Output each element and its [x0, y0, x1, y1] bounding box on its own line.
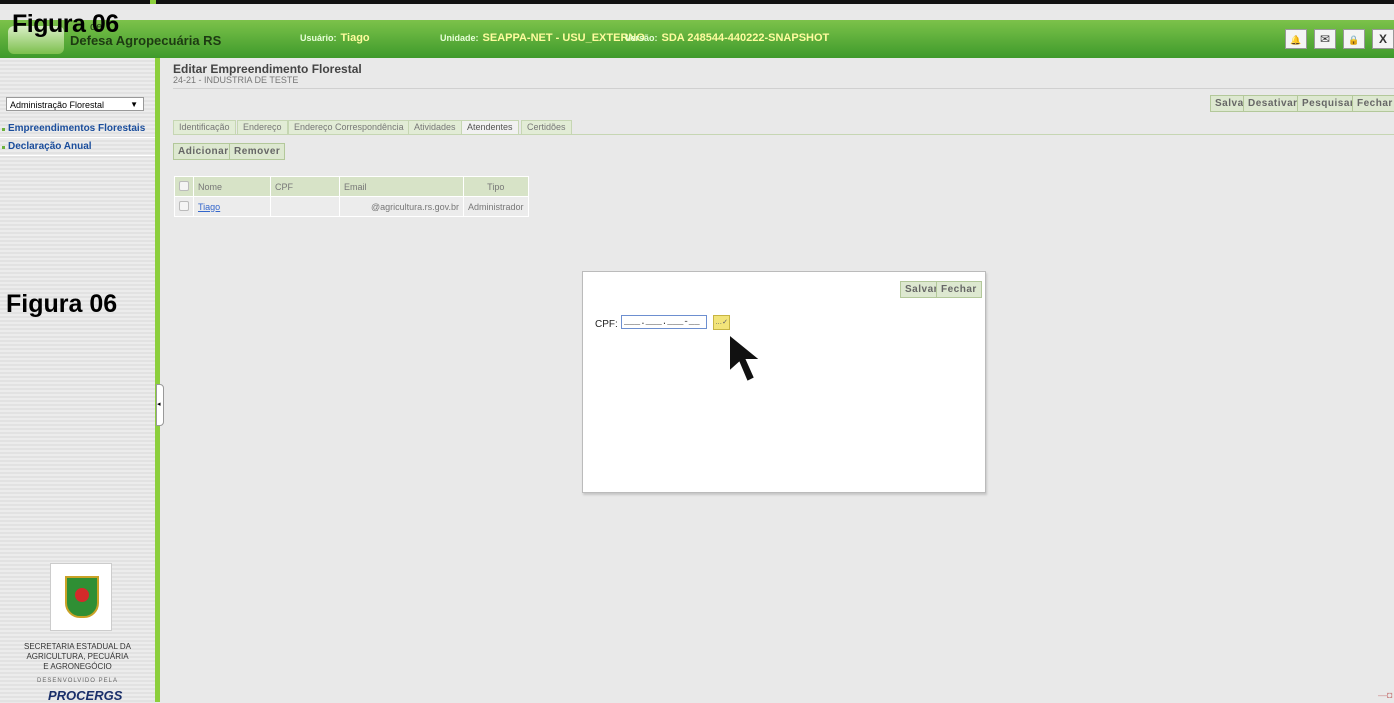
dialog-close-button[interactable]: Fechar — [936, 281, 982, 298]
version-label: Versão: — [625, 33, 658, 43]
tab-atividades[interactable]: Atividades — [408, 120, 462, 135]
developed-by: DESENVOLVIDO PELA — [37, 678, 118, 684]
tab-endereco-correspondencia[interactable]: Endereço Correspondência — [288, 120, 410, 135]
secretaria-line2: AGRICULTURA, PECUÁRIA — [26, 652, 129, 661]
cpf-label: CPF: — [595, 319, 618, 330]
tab-atendentes[interactable]: Atendentes — [461, 120, 519, 135]
add-attendant-button[interactable]: Adicionar — [173, 143, 234, 160]
tab-endereco[interactable]: Endereço — [237, 120, 288, 135]
close-icon: X — [1378, 32, 1387, 46]
row-checkbox[interactable] — [179, 200, 189, 211]
secretaria-line3: E AGRONEGÓCIO — [43, 662, 112, 671]
unit-info: Unidade: SEAPPA-NET - USU_EXTERNO — [440, 32, 645, 44]
app-header: de Defesa Agropecuária RS Usuário: Tiago … — [0, 20, 1394, 58]
close-button[interactable]: Fechar — [1352, 95, 1394, 112]
table-header-row: Nome CPF Email Tipo — [174, 176, 529, 197]
page-title: Editar Empreendimento Florestal — [173, 62, 362, 76]
cell-nome: Tiago — [193, 196, 271, 217]
table-row: Tiago @agricultura.rs.gov.br Administrad… — [174, 196, 529, 217]
top-border-accent — [150, 0, 156, 4]
rs-coat-of-arms — [50, 563, 112, 631]
secretaria-line1: SECRETARIA ESTADUAL DA — [24, 642, 131, 651]
sidebar: Administração Florestal ▼ Empreendimento… — [0, 58, 157, 703]
version-value: SDA 248544-440222-SNAPSHOT — [661, 32, 830, 44]
cell-tipo: Administrador — [463, 196, 529, 217]
col-nome[interactable]: Nome — [193, 176, 271, 197]
user-value: Tiago — [340, 32, 370, 44]
version-info: Versão: SDA 248544-440222-SNAPSHOT — [625, 32, 829, 44]
title-divider — [173, 88, 1394, 89]
row-select-cell — [174, 196, 194, 217]
user-label: Usuário: — [300, 33, 337, 43]
search-button[interactable]: Pesquisar — [1297, 95, 1360, 112]
mail-icon: ✉ — [1319, 32, 1331, 46]
messages-button[interactable]: ✉ — [1314, 29, 1336, 49]
select-all-checkbox[interactable] — [179, 180, 189, 191]
procergs-logo: PROCERGS — [48, 688, 123, 703]
cell-cpf — [270, 196, 340, 217]
tab-certidoes[interactable]: Certidões — [521, 120, 572, 135]
top-border — [0, 0, 1394, 4]
notifications-button[interactable]: 🔔 — [1285, 29, 1307, 49]
search-icon: …✓ — [715, 319, 728, 326]
unit-value: SEAPPA-NET - USU_EXTERNO — [482, 32, 645, 44]
secretaria-name: SECRETARIA ESTADUAL DA AGRICULTURA, PECU… — [0, 642, 155, 672]
page-subtitle: 24-21 - INDUSTRIA DE TESTE — [173, 75, 299, 85]
lock-icon: 🔒 — [1348, 35, 1360, 45]
mouse-pointer-icon — [728, 332, 764, 384]
col-cpf[interactable]: CPF — [270, 176, 340, 197]
col-email[interactable]: Email — [339, 176, 464, 197]
tab-divider — [173, 134, 1394, 135]
corner-indicator-icon: —◘ — [1378, 690, 1393, 700]
attendants-table: Nome CPF Email Tipo Tiago @agricultura.r… — [174, 176, 529, 217]
attendant-name-link[interactable]: Tiago — [198, 202, 220, 212]
coat-of-arms-shield — [65, 576, 99, 618]
cpf-search-button[interactable]: …✓ — [713, 315, 730, 330]
module-select[interactable]: Administração Florestal ▼ — [6, 97, 144, 111]
cell-email: @agricultura.rs.gov.br — [339, 196, 464, 217]
user-info: Usuário: Tiago — [300, 32, 370, 44]
unit-label: Unidade: — [440, 33, 479, 43]
chevron-down-icon: ▼ — [130, 100, 138, 109]
module-select-value: Administração Florestal — [10, 100, 105, 110]
figure-label-top: Figura 06 — [12, 10, 119, 38]
tab-identificacao[interactable]: Identificação — [173, 120, 236, 135]
logout-button[interactable]: X — [1372, 29, 1394, 49]
sidebar-item-declaracao-anual[interactable]: Declaração Anual — [0, 138, 155, 156]
lock-button[interactable]: 🔒 — [1343, 29, 1365, 49]
select-all-cell — [174, 176, 194, 197]
add-attendant-dialog: Salvar Fechar CPF: …✓ — [582, 271, 986, 493]
deactivate-button[interactable]: Desativar — [1243, 95, 1303, 112]
col-tipo[interactable]: Tipo — [463, 176, 529, 197]
remove-attendant-button[interactable]: Remover — [229, 143, 286, 160]
sidebar-item-empreendimentos[interactable]: Empreendimentos Florestais — [0, 120, 155, 138]
bell-icon: 🔔 — [1290, 35, 1302, 45]
figure-label-side: Figura 06 — [6, 290, 118, 318]
cpf-input[interactable] — [621, 315, 707, 329]
